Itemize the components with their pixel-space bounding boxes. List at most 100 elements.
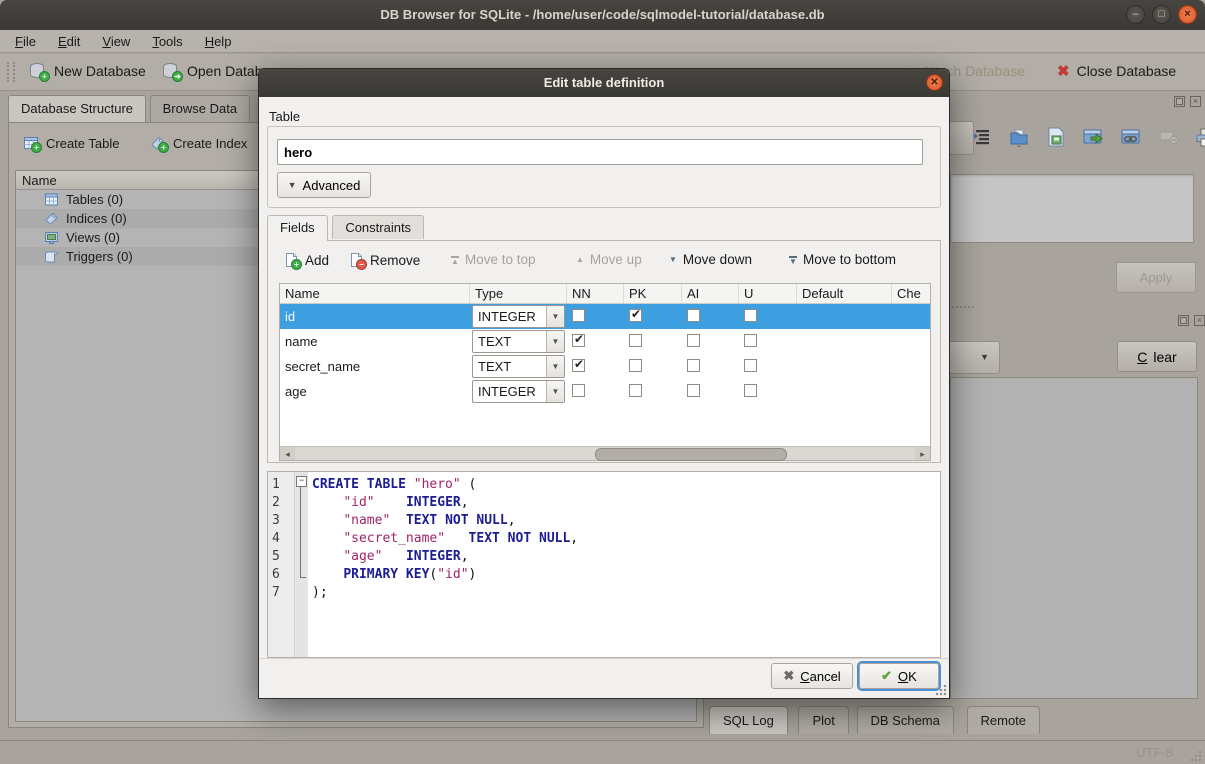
- window-titlebar[interactable]: DB Browser for SQLite - /home/user/code/…: [0, 0, 1205, 30]
- table-row[interactable]: age INTEGER▼: [280, 379, 930, 404]
- col-header-type[interactable]: Type: [470, 284, 567, 303]
- nn-checkbox[interactable]: [572, 359, 585, 372]
- col-header-u[interactable]: U: [739, 284, 797, 303]
- dock-float-icon[interactable]: [1174, 96, 1185, 107]
- create-table-button[interactable]: + Create Table: [17, 132, 125, 154]
- nn-checkbox[interactable]: [572, 309, 585, 322]
- dock-close-icon[interactable]: ×: [1194, 315, 1205, 326]
- table-row[interactable]: name TEXT▼: [280, 329, 930, 354]
- move-to-top-button[interactable]: ▲ Move to top: [451, 252, 536, 267]
- tab-fields[interactable]: Fields: [267, 215, 328, 241]
- move-to-bottom-button[interactable]: ▼ Move to bottom: [789, 252, 896, 267]
- cancel-button[interactable]: ✖ Cancel: [771, 663, 853, 689]
- apply-button[interactable]: Apply: [1116, 262, 1196, 293]
- menu-help[interactable]: Help: [194, 32, 243, 51]
- u-checkbox[interactable]: [744, 309, 757, 322]
- set-null-icon[interactable]: [1158, 128, 1180, 146]
- scrollbar-handle[interactable]: [595, 448, 787, 461]
- type-combobox[interactable]: INTEGER▼: [472, 305, 565, 328]
- field-name-cell[interactable]: age: [280, 384, 470, 399]
- ai-checkbox[interactable]: [687, 359, 700, 372]
- new-database-button[interactable]: + New Database: [24, 58, 150, 84]
- create-index-button[interactable]: + Create Index: [144, 132, 253, 154]
- clear-log-button[interactable]: Clear: [1117, 341, 1197, 372]
- field-name-cell[interactable]: name: [280, 334, 470, 349]
- tab-db-schema[interactable]: DB Schema: [857, 706, 954, 734]
- tab-browse-data[interactable]: Browse Data: [150, 95, 250, 122]
- u-checkbox[interactable]: [744, 384, 757, 397]
- field-name-cell[interactable]: secret_name: [280, 359, 470, 374]
- field-name-cell[interactable]: id: [280, 309, 470, 324]
- maximize-icon[interactable]: □: [1152, 5, 1171, 24]
- table-row[interactable]: secret_name TEXT▼: [280, 354, 930, 379]
- move-up-button[interactable]: ▲ Move up: [576, 252, 642, 267]
- dialog-close-icon[interactable]: ✕: [926, 74, 943, 91]
- remove-field-button[interactable]: − Remove: [349, 252, 420, 268]
- dock-splitter-handle[interactable]: [948, 306, 974, 308]
- tab-remote[interactable]: Remote: [967, 706, 1041, 734]
- tab-plot[interactable]: Plot: [798, 706, 848, 734]
- col-header-check[interactable]: Che: [892, 284, 928, 303]
- open-external-icon[interactable]: [1082, 127, 1104, 147]
- add-icon: +: [284, 252, 299, 268]
- link-icon[interactable]: [1120, 127, 1142, 147]
- dialog-resize-grip[interactable]: [935, 684, 947, 696]
- ai-checkbox[interactable]: [687, 334, 700, 347]
- table-name-input[interactable]: [277, 139, 923, 165]
- menu-file[interactable]: File: [4, 32, 47, 51]
- dock-close-icon[interactable]: ×: [1190, 96, 1201, 107]
- pk-checkbox[interactable]: [629, 359, 642, 372]
- table-row[interactable]: id INTEGER▼: [280, 304, 930, 329]
- minimize-icon[interactable]: –: [1126, 5, 1145, 24]
- scroll-left-icon[interactable]: ◂: [280, 447, 295, 460]
- ai-checkbox[interactable]: [687, 309, 700, 322]
- menu-view[interactable]: View: [91, 32, 141, 51]
- col-header-default[interactable]: Default: [797, 284, 892, 303]
- col-header-nn[interactable]: NN: [567, 284, 624, 303]
- pk-checkbox[interactable]: [629, 384, 642, 397]
- move-down-button[interactable]: ▼ Move down: [669, 252, 752, 267]
- scrollbar-trough[interactable]: [295, 447, 915, 460]
- col-header-name[interactable]: Name: [280, 284, 470, 303]
- sql-log-textarea[interactable]: [950, 377, 1198, 699]
- menu-tools[interactable]: Tools: [141, 32, 193, 51]
- close-icon[interactable]: ×: [1178, 5, 1197, 24]
- fields-table: Name Type NN PK AI U Default Che id INTE…: [279, 283, 931, 461]
- print-icon[interactable]: [1196, 127, 1205, 148]
- encoding-indicator[interactable]: UTF-8: [1136, 745, 1173, 760]
- tab-constraints[interactable]: Constraints: [332, 215, 424, 239]
- close-database-button[interactable]: ✖ Close Database: [1053, 58, 1180, 84]
- scroll-right-icon[interactable]: ▸: [915, 447, 930, 460]
- fold-collapse-icon[interactable]: −: [296, 476, 307, 487]
- pk-checkbox[interactable]: [629, 334, 642, 347]
- nn-checkbox[interactable]: [572, 384, 585, 397]
- u-checkbox[interactable]: [744, 334, 757, 347]
- col-header-pk[interactable]: PK: [624, 284, 682, 303]
- tab-database-structure[interactable]: Database Structure: [8, 95, 146, 122]
- export-icon[interactable]: [1046, 126, 1066, 148]
- ai-checkbox[interactable]: [687, 384, 700, 397]
- add-field-button[interactable]: + Add: [284, 252, 329, 268]
- type-combobox[interactable]: TEXT▼: [472, 330, 565, 353]
- type-combobox[interactable]: TEXT▼: [472, 355, 565, 378]
- ok-button[interactable]: ✔ OK: [859, 663, 939, 689]
- plus-badge-icon: +: [39, 71, 50, 82]
- col-header-ai[interactable]: AI: [682, 284, 739, 303]
- sql-preview[interactable]: − 1CREATE TABLE "hero" ( 2 "id" INTEGER,…: [267, 471, 941, 658]
- type-combobox[interactable]: INTEGER▼: [472, 380, 565, 403]
- tab-sql-log[interactable]: SQL Log: [709, 706, 788, 734]
- resize-grip[interactable]: [1190, 750, 1202, 762]
- nn-checkbox[interactable]: [572, 334, 585, 347]
- cell-mode-button[interactable]: [948, 121, 974, 155]
- cell-editor-textarea[interactable]: [950, 174, 1194, 243]
- wrap-lines-icon[interactable]: [972, 127, 992, 147]
- pk-checkbox[interactable]: [629, 309, 642, 322]
- import-icon[interactable]: [1008, 126, 1030, 148]
- toolbar-grip[interactable]: [7, 62, 15, 82]
- menu-edit[interactable]: Edit: [47, 32, 91, 51]
- advanced-button[interactable]: ▼ Advanced: [277, 172, 371, 198]
- dialog-titlebar[interactable]: Edit table definition ✕: [259, 69, 949, 97]
- dock-float-icon[interactable]: [1178, 315, 1189, 326]
- u-checkbox[interactable]: [744, 359, 757, 372]
- app-window: DB Browser for SQLite - /home/user/code/…: [0, 0, 1205, 764]
